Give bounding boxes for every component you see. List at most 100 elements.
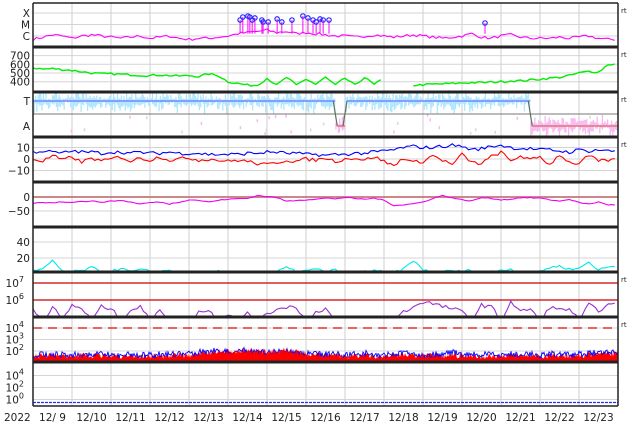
tick-base: M	[21, 20, 30, 32]
tick-base: −50	[8, 206, 30, 218]
mode-dot	[429, 118, 431, 122]
tick-label-solar-wind-speed: 400	[10, 77, 30, 89]
mode-dot	[516, 116, 519, 120]
tick-label-xray: M	[21, 20, 30, 32]
tick-exponent: 6	[19, 292, 24, 301]
tick-base: C	[23, 31, 30, 43]
mode-dot	[475, 128, 477, 132]
mode-dot	[338, 129, 340, 133]
mode-dot	[290, 130, 292, 134]
tick-base: T	[23, 96, 31, 108]
date-tick-label: 12/17	[349, 412, 379, 424]
date-tick-label: 12/16	[310, 412, 341, 424]
tick-base: 10	[6, 346, 19, 358]
mode-dot	[146, 116, 148, 120]
date-tick-label: 12/21	[505, 412, 535, 424]
tick-label-imf-mode: T	[23, 96, 31, 108]
mode-dot	[256, 119, 259, 123]
tick-label-imf-mode: A	[23, 121, 31, 133]
mode-dot	[274, 115, 277, 119]
tick-label-proton-flux: 102	[6, 343, 24, 358]
date-tick-label: 12/14	[232, 412, 263, 424]
right-label: rt	[621, 7, 627, 15]
mode-dot	[322, 122, 325, 126]
tick-base: A	[23, 121, 31, 133]
mode-dot	[309, 128, 312, 132]
tick-base: 10	[6, 323, 19, 335]
tick-base: 0	[23, 192, 30, 204]
mode-dot	[589, 115, 591, 119]
Bt-line	[33, 143, 615, 158]
mode-dot	[469, 131, 472, 135]
date-tick-label: 12/10	[76, 412, 106, 424]
tick-label-electron-flux: 106	[6, 292, 24, 307]
mode-dot	[83, 128, 86, 132]
tick-base: 10	[6, 383, 19, 395]
tick-base: 10	[6, 278, 19, 290]
date-tick-label: 12/18	[388, 412, 418, 424]
right-label: rt	[621, 321, 627, 329]
frame	[32, 2, 619, 407]
mode-dot	[397, 121, 399, 125]
mode-dot	[200, 121, 203, 125]
tick-exponent: 0	[19, 392, 24, 401]
tick-exponent: 7	[19, 275, 24, 284]
mode-dot	[129, 115, 131, 119]
mode-dot	[239, 126, 242, 130]
right-label: rt	[621, 51, 627, 59]
tick-base: 400	[10, 77, 30, 89]
tick-label-dst: 0	[23, 192, 30, 204]
tick-base: 0	[23, 154, 30, 166]
tick-exponent: 4	[19, 368, 24, 377]
tick-base: 20	[17, 253, 30, 265]
tick-base: 10	[6, 295, 19, 307]
tick-base: 10	[17, 143, 30, 155]
mode-dot	[393, 130, 395, 134]
tick-label-electron-flux: 107	[6, 275, 24, 290]
tick-base: −10	[8, 166, 30, 178]
mode-dot	[268, 116, 270, 120]
date-tick-label: 12/20	[466, 412, 496, 424]
mode-dot	[438, 126, 441, 130]
date-tick-label: 12/15	[271, 412, 301, 424]
tick-label-high-energy-proton: 100	[6, 392, 24, 407]
right-label: rt	[621, 141, 627, 149]
tick-label-cyan-index: 40	[17, 237, 30, 249]
date-tick-label: 12/ 9	[39, 412, 66, 424]
tick-exponent: 4	[19, 320, 24, 329]
mode-dot	[494, 130, 496, 134]
year-label: 2022	[4, 412, 31, 424]
mode-dot	[181, 130, 183, 134]
tick-label-dst: −50	[8, 206, 30, 218]
chart-marks	[32, 13, 619, 404]
tick-base: X	[23, 8, 30, 20]
tick-label-imf-bz-bt: 10	[17, 143, 30, 155]
tick-label-imf-bz-bt: −10	[8, 166, 30, 178]
tick-base: 10	[6, 395, 19, 407]
date-tick-label: 12/23	[583, 412, 613, 424]
mode-dot	[264, 132, 266, 136]
date-tick-label: 12/22	[544, 412, 574, 424]
speed-line	[33, 67, 382, 87]
date-tick-label: 12/13	[193, 412, 223, 424]
tick-label-xray: X	[23, 8, 30, 20]
tick-base: 10	[6, 371, 19, 383]
date-tick-label: 12/12	[154, 412, 184, 424]
grid	[33, 3, 618, 406]
electron-log-line	[33, 300, 615, 317]
right-label: rt	[621, 96, 627, 104]
mode-dot	[265, 128, 268, 132]
tick-base: 40	[17, 237, 30, 249]
xray-flux-log-line	[33, 28, 615, 42]
mode-dot	[70, 129, 73, 133]
tick-exponent: 3	[19, 332, 24, 341]
tick-exponent: 2	[19, 343, 24, 352]
tick-base: 10	[6, 335, 19, 347]
tick-label-cyan-index: 20	[17, 253, 30, 265]
mode-dot	[285, 114, 287, 118]
tick-label-imf-bz-bt: 0	[23, 154, 30, 166]
speed-line	[413, 63, 615, 87]
right-label: rt	[621, 276, 627, 284]
date-tick-label: 12/19	[427, 412, 457, 424]
date-tick-label: 12/11	[115, 412, 145, 424]
